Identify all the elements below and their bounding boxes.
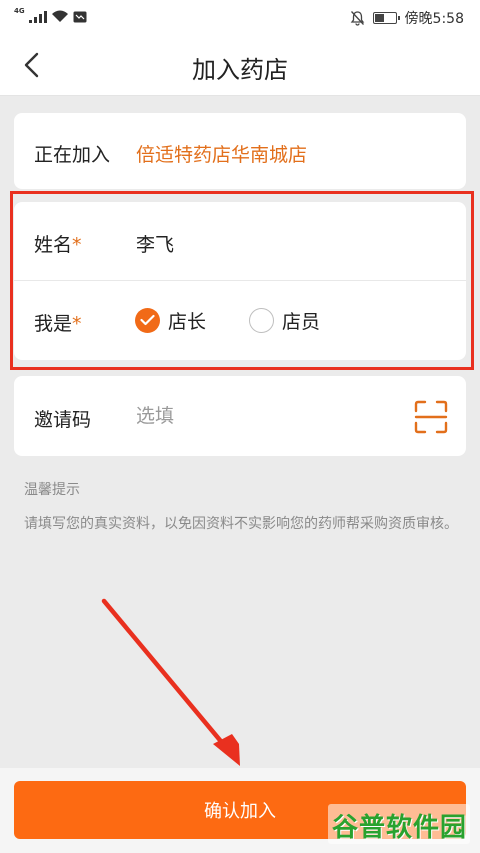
scan-icon[interactable]	[414, 400, 448, 434]
nav-bar: 加入药店	[0, 34, 480, 96]
invite-label: 邀请码	[34, 409, 92, 431]
joining-card: 正在加入 倍适特药店华南城店	[14, 113, 466, 189]
signal-icon	[28, 11, 47, 23]
required-mark: *	[72, 313, 82, 335]
bell-muted-icon	[350, 11, 364, 26]
status-bar: 4G 傍晚5:58	[0, 0, 480, 34]
invite-card: 邀请码	[14, 376, 466, 456]
role-label-manager: 店长	[168, 311, 207, 333]
required-mark: *	[72, 234, 82, 256]
role-row: 我是* 店长 店员	[14, 281, 466, 360]
joining-label: 正在加入	[34, 144, 111, 166]
clock: 傍晚5:58	[404, 11, 464, 27]
role-label-clerk: 店员	[282, 311, 321, 333]
battery-icon	[372, 12, 400, 24]
notification-icon	[73, 11, 87, 23]
network-type: 4G	[14, 7, 25, 15]
status-left: 4G	[14, 8, 87, 23]
role-radio-clerk[interactable]: 店员	[249, 307, 320, 334]
name-label: 姓名*	[34, 234, 82, 256]
invite-code-input[interactable]	[136, 396, 386, 436]
name-field[interactable]: 李飞	[136, 230, 174, 257]
watermark-logo: 谷普软件园	[328, 804, 470, 844]
radio-checked-icon	[135, 308, 160, 333]
wifi-icon	[51, 10, 68, 22]
tips-body: 请填写您的真实资料，以免因资料不实影响您的药师帮采购资质审核。	[24, 516, 458, 532]
role-label: 我是*	[34, 313, 82, 335]
role-radio-manager[interactable]: 店长	[135, 307, 206, 334]
tips-title: 温馨提示	[24, 482, 80, 498]
status-right: 傍晚5:58	[350, 8, 464, 28]
watermark-text: 谷普软件园	[332, 813, 468, 843]
profile-form-card: 姓名* 李飞 我是* 店长 店员	[14, 202, 466, 360]
pharmacy-name: 倍适特药店华南城店	[136, 144, 308, 166]
page-title: 加入药店	[192, 56, 288, 84]
radio-unchecked-icon	[249, 308, 274, 333]
name-row[interactable]: 姓名* 李飞	[14, 202, 466, 281]
